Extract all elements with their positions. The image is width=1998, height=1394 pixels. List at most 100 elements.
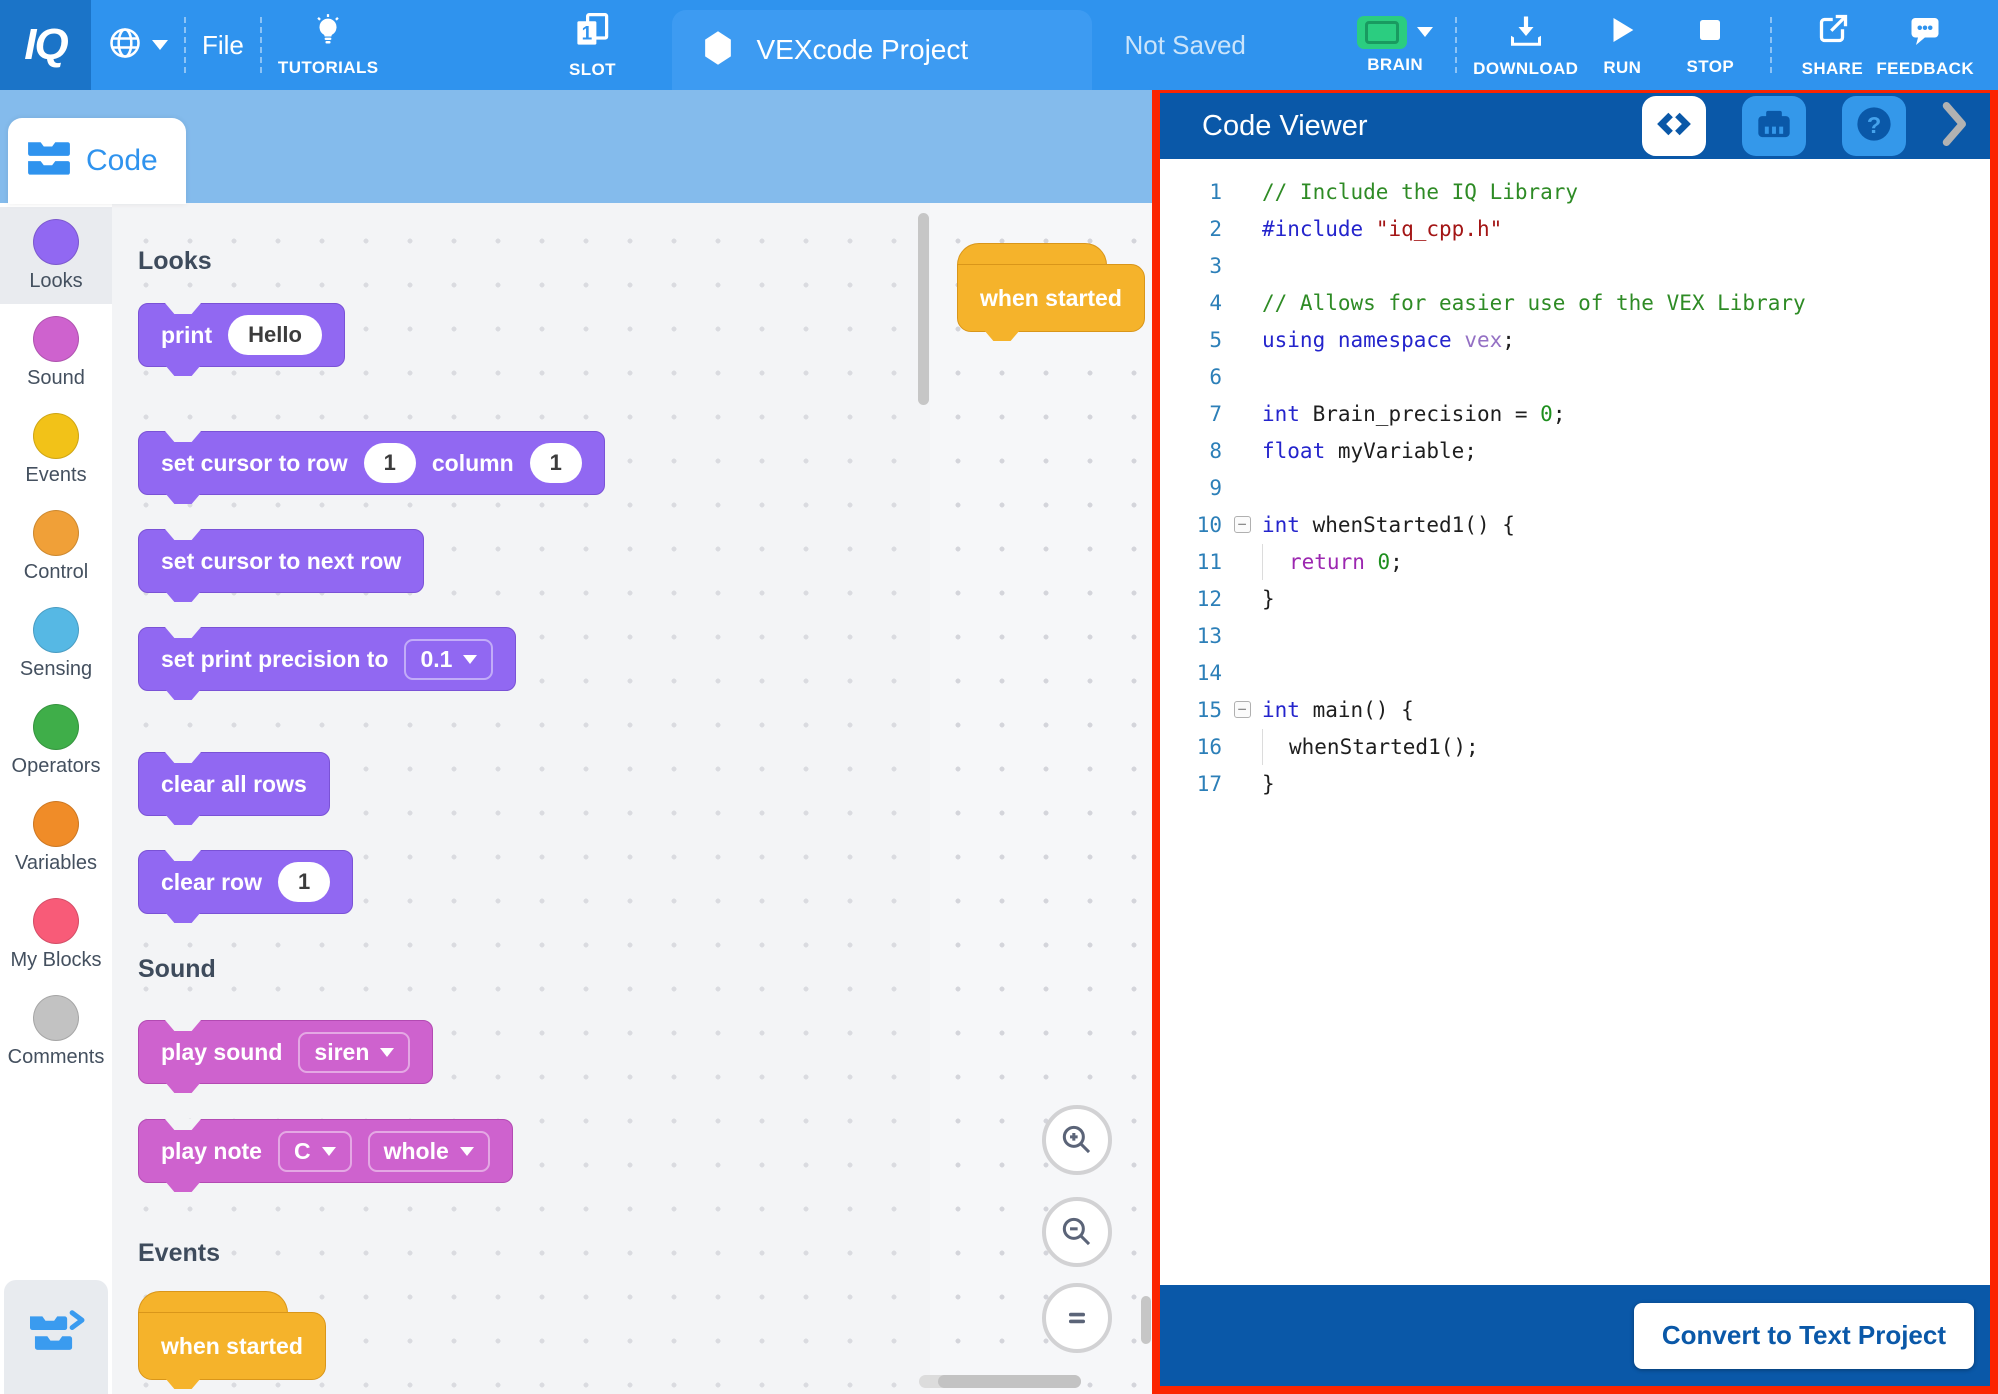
block-dropdown[interactable]: siren [298,1032,410,1073]
code-text: // Include the IQ Library [1262,173,1578,210]
slot-button[interactable]: 1 SLOT [548,0,636,90]
download-button[interactable]: DOWNLOAD [1473,0,1578,90]
block-input-oval[interactable]: 1 [364,443,416,483]
line-number: 3 [1160,254,1222,278]
code-text: } [1262,765,1275,802]
block-clear-all-rows[interactable]: clear all rows [138,752,330,816]
tab-code[interactable]: Code [8,118,186,204]
category-label: Looks [29,270,82,293]
block-input-oval[interactable]: 1 [530,443,582,483]
block-dropdown[interactable]: 0.1 [404,639,493,680]
share-button[interactable]: SHARE [1788,0,1876,90]
brain-button[interactable]: BRAIN [1351,0,1439,90]
block-set-print-precision-to[interactable]: set print precision to0.1 [138,627,516,691]
category-label: Variables [15,852,97,875]
convert-to-text-button[interactable]: Convert to Text Project [1634,1303,1974,1369]
palette-vertical-scrollbar[interactable] [918,213,929,405]
code-view-toggle-button[interactable] [1642,96,1706,156]
brain-view-button[interactable] [1742,96,1806,156]
download-label: DOWNLOAD [1473,59,1578,79]
slot-number: 1 [582,23,593,44]
category-item-sound[interactable]: Sound [0,304,112,401]
code-line-12: 12} [1160,580,1990,617]
category-item-comments[interactable]: Comments [0,983,112,1080]
category-item-my-blocks[interactable]: My Blocks [0,886,112,983]
code-line-6: 6 [1160,358,1990,395]
zoom-out-button[interactable] [1042,1197,1112,1267]
category-item-control[interactable]: Control [0,498,112,595]
code-text: // Allows for easier use of the VEX Libr… [1262,284,1806,321]
block-play-note[interactable]: play noteCwhole [138,1119,513,1183]
canvas-horizontal-scrollbar[interactable] [919,1375,1081,1388]
canvas-vertical-scrollbar[interactable] [1141,1296,1151,1344]
programming-canvas[interactable]: when started [930,203,1152,1394]
category-color-circle [33,898,79,944]
code-line-11: 11return 0; [1160,543,1990,580]
brain-icon [1357,16,1407,49]
zoom-in-button[interactable] [1042,1105,1112,1175]
category-item-looks[interactable]: Looks [0,207,112,304]
indent-guide [1262,544,1289,580]
category-item-sensing[interactable]: Sensing [0,595,112,692]
block-dropdown-value: siren [314,1039,369,1066]
tab-code-label: Code [86,144,158,178]
chevron-down-icon [463,655,477,664]
category-item-variables[interactable]: Variables [0,789,112,886]
block-clear-row[interactable]: clear row1 [138,850,353,914]
line-number: 5 [1160,328,1222,352]
block-set-cursor-to-row-column[interactable]: set cursor to row1column1 [138,431,605,495]
project-name-tab[interactable]: VEXcode Project [672,10,1092,90]
block-set-cursor-to-next-row[interactable]: set cursor to next row [138,529,424,593]
category-label: My Blocks [10,949,101,972]
line-number: 9 [1160,476,1222,500]
palette-section-header-looks: Looks [138,247,212,276]
hat-block-body: when started [957,264,1145,332]
code-editor[interactable]: 1// Include the IQ Library2#include "iq_… [1160,159,1990,1285]
chevron-right-icon [1942,133,1968,150]
code-token: #include [1262,217,1363,241]
block-dropdown[interactable]: whole [368,1131,490,1172]
toggle-palette-button[interactable] [4,1280,108,1394]
code-line-3: 3 [1160,247,1990,284]
file-menu-button[interactable]: File [202,30,244,61]
run-button[interactable]: RUN [1578,0,1666,90]
zoom-reset-button[interactable] [1042,1283,1112,1353]
line-number: 16 [1160,735,1222,759]
code-token: ; [1553,402,1566,426]
code-token: main() { [1300,698,1414,722]
category-label: Control [24,561,88,584]
line-number: 8 [1160,439,1222,463]
language-menu-button[interactable] [107,25,168,66]
line-number: 14 [1160,661,1222,685]
svg-text:?: ? [1867,112,1881,138]
stop-button[interactable]: STOP [1666,0,1754,90]
block-print[interactable]: printHello [138,303,345,367]
code-token: "iq_cpp.h" [1376,217,1502,241]
canvas-horizontal-scrollbar-thumb[interactable] [938,1375,1081,1388]
help-button[interactable]: ? [1842,96,1906,156]
code-token [1365,550,1378,574]
tutorials-button[interactable]: TUTORIALS [278,0,379,90]
code-line-9: 9 [1160,469,1990,506]
block-when-started[interactable]: when started [957,243,1145,332]
block-input-oval[interactable]: Hello [228,315,322,355]
category-label: Sound [27,367,85,390]
line-number: 2 [1160,217,1222,241]
fold-toggle-icon[interactable]: − [1234,701,1251,718]
block-when-started[interactable]: when started [138,1291,326,1380]
block-play-sound[interactable]: play soundsiren [138,1020,433,1084]
fold-toggle-icon[interactable]: − [1234,516,1251,533]
category-item-events[interactable]: Events [0,401,112,498]
code-text: } [1262,580,1275,617]
collapse-panel-button[interactable] [1942,102,1968,151]
block-text: when started [161,1333,303,1360]
category-item-operators[interactable]: Operators [0,692,112,789]
block-text: column [432,450,514,477]
block-input-oval[interactable]: 1 [278,862,330,902]
blocks-icon [26,139,72,184]
code-token [1325,328,1338,352]
feedback-button[interactable]: FEEDBACK [1876,0,1974,90]
code-line-16: 16whenStarted1(); [1160,728,1990,765]
code-token [1363,217,1376,241]
block-dropdown[interactable]: C [278,1131,352,1172]
